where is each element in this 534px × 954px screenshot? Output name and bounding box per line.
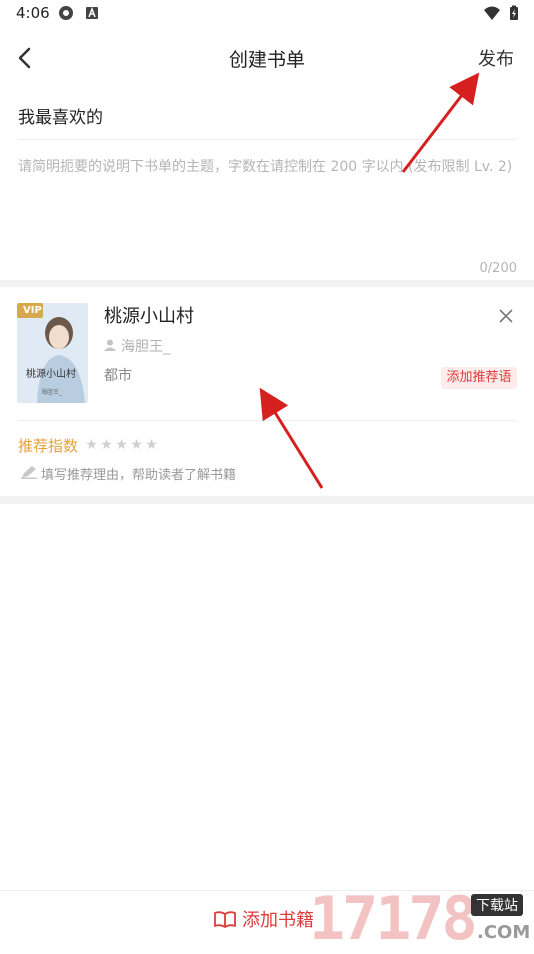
user-icon [104, 339, 116, 351]
status-bar: 4:06 [0, 0, 534, 28]
aperture-icon [59, 6, 73, 20]
star-icon[interactable]: ★ [145, 437, 160, 453]
add-recommendation-button[interactable]: 添加推荐语 [441, 367, 517, 389]
page-title: 创建书单 [228, 49, 305, 71]
publish-button[interactable]: 发布 [478, 45, 514, 71]
star-icon[interactable]: ★ [100, 437, 115, 453]
description-input[interactable]: 请简明扼要的说明下书单的主题，字数在请控制在 200 字以内 (发布限制 Lv.… [18, 154, 518, 181]
watermark-tag: 下载站 [471, 894, 523, 916]
book-genre: 都市 [104, 368, 132, 384]
book-open-icon[interactable] [213, 909, 237, 929]
cover-title: 桃源小山村 [26, 369, 76, 380]
book-title[interactable]: 桃源小山村 [104, 302, 194, 328]
font-icon [86, 6, 98, 19]
vip-badge: VIP [23, 305, 42, 316]
watermark: 17178 下载站 .COM [305, 882, 534, 954]
section-separator [0, 280, 534, 287]
wifi-icon [484, 6, 500, 20]
add-books-button[interactable]: 添加书籍 [242, 906, 314, 932]
rating-label: 推荐指数 [18, 437, 79, 455]
watermark-site: 17178 [309, 884, 478, 954]
watermark-domain: .COM [477, 922, 531, 943]
star-icon[interactable]: ★ [130, 437, 145, 453]
close-icon[interactable] [497, 307, 515, 325]
book-author: 海胆王_ [121, 339, 170, 355]
rating-stars[interactable]: ★★★★★ [85, 437, 160, 453]
section-separator [0, 496, 534, 504]
pen-icon [21, 466, 37, 479]
book-cover[interactable]: VIP 桃源小山村 海胆王_ [17, 303, 88, 403]
char-count: 0/200 [479, 261, 517, 276]
battery-icon [510, 5, 518, 20]
reason-input[interactable]: 填写推荐理由，帮助读者了解书籍 [41, 464, 236, 483]
status-time: 4:06 [16, 4, 50, 22]
divider [18, 420, 516, 421]
cover-author: 海胆王_ [41, 389, 63, 396]
star-icon[interactable]: ★ [115, 437, 130, 453]
arrow-to-book-card [259, 387, 324, 489]
star-icon[interactable]: ★ [85, 437, 100, 453]
booklist-name-input[interactable]: 我最喜欢的 [18, 103, 103, 128]
divider [18, 139, 516, 140]
